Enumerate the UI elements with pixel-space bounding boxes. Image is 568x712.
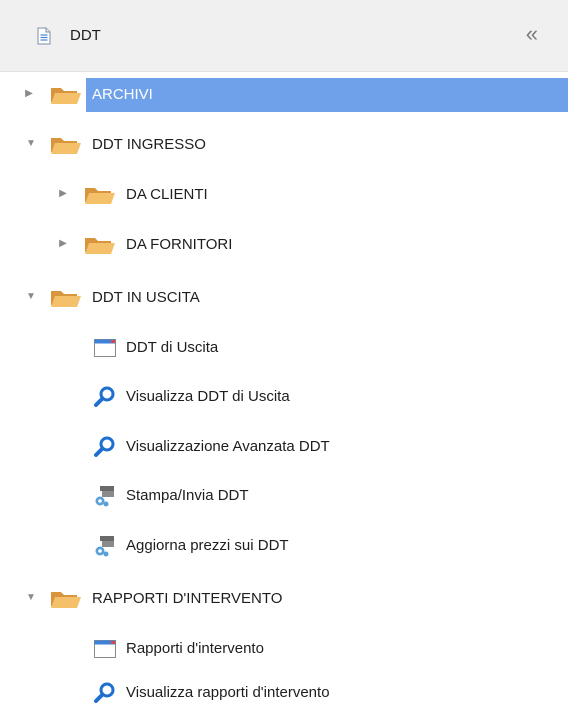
- tree-leaf-aggiorna-prezzi[interactable]: Aggiorna prezzi sui DDT: [0, 527, 568, 565]
- folder-open-icon: [51, 592, 81, 608]
- expand-arrow-icon[interactable]: ▶: [57, 187, 69, 201]
- search-icon: [94, 386, 115, 407]
- tree-leaf-rapporti-intervento[interactable]: Rapporti d'intervento: [0, 630, 568, 668]
- folder-icon: [85, 188, 115, 204]
- collapse-arrow-icon[interactable]: ▼: [25, 591, 37, 605]
- tree-leaf-stampa-invia[interactable]: Stampa/Invia DDT: [0, 477, 568, 515]
- tree-leaf-visualizzazione-avanzata[interactable]: Visualizzazione Avanzata DDT: [0, 428, 568, 466]
- collapse-arrow-icon[interactable]: ▼: [25, 137, 37, 151]
- document-icon: [37, 27, 51, 45]
- collapse-panel-button[interactable]: «: [526, 22, 538, 46]
- tree-leaf-visualizza-rapporti[interactable]: Visualizza rapporti d'intervento: [0, 674, 568, 712]
- tree-node-label: Visualizzazione Avanzata DDT: [126, 438, 330, 455]
- tree-node-archivi[interactable]: ▶ ARCHIVI: [0, 76, 568, 114]
- folder-icon: [51, 88, 81, 104]
- tree-node-label: DDT INGRESSO: [92, 136, 206, 153]
- process-icon: [95, 536, 114, 557]
- expand-arrow-icon[interactable]: ▶: [23, 87, 35, 101]
- tree-node-label: DDT di Uscita: [126, 339, 219, 356]
- process-icon: [95, 486, 114, 507]
- window-icon: [94, 640, 116, 658]
- expand-arrow-icon[interactable]: ▶: [57, 237, 69, 251]
- tree-leaf-visualizza-ddt-uscita[interactable]: Visualizza DDT di Uscita: [0, 378, 568, 416]
- search-icon: [94, 436, 115, 457]
- tree-leaf-ddt-di-uscita[interactable]: DDT di Uscita: [0, 329, 568, 367]
- panel-title: DDT: [70, 27, 101, 44]
- tree-node-label: Visualizza rapporti d'intervento: [126, 684, 330, 701]
- tree-node-da-clienti[interactable]: ▶ DA CLIENTI: [0, 176, 568, 214]
- tree-node-label: ARCHIVI: [92, 86, 153, 103]
- folder-open-icon: [51, 138, 81, 154]
- tree-node-label: RAPPORTI D'INTERVENTO: [92, 590, 283, 607]
- selection-highlight: [86, 78, 568, 112]
- folder-open-icon: [51, 291, 81, 307]
- search-icon: [94, 682, 115, 703]
- tree-node-ddt-ingresso[interactable]: ▼ DDT INGRESSO: [0, 126, 568, 164]
- panel-header: DDT «: [0, 0, 568, 72]
- tree-node-label: Stampa/Invia DDT: [126, 487, 249, 504]
- tree-node-label: Aggiorna prezzi sui DDT: [126, 537, 289, 554]
- collapse-arrow-icon[interactable]: ▼: [25, 290, 37, 304]
- tree-node-da-fornitori[interactable]: ▶ DA FORNITORI: [0, 226, 568, 264]
- tree-node-label: Visualizza DDT di Uscita: [126, 388, 290, 405]
- tree-node-label: DA FORNITORI: [126, 236, 233, 253]
- tree-node-label: DDT IN USCITA: [92, 289, 200, 306]
- folder-icon: [85, 238, 115, 254]
- window-icon: [94, 339, 116, 357]
- tree-node-label: DA CLIENTI: [126, 186, 208, 203]
- tree-node-rapporti-intervento[interactable]: ▼ RAPPORTI D'INTERVENTO: [0, 580, 568, 618]
- tree-node-label: Rapporti d'intervento: [126, 640, 264, 657]
- tree-node-ddt-in-uscita[interactable]: ▼ DDT IN USCITA: [0, 279, 568, 317]
